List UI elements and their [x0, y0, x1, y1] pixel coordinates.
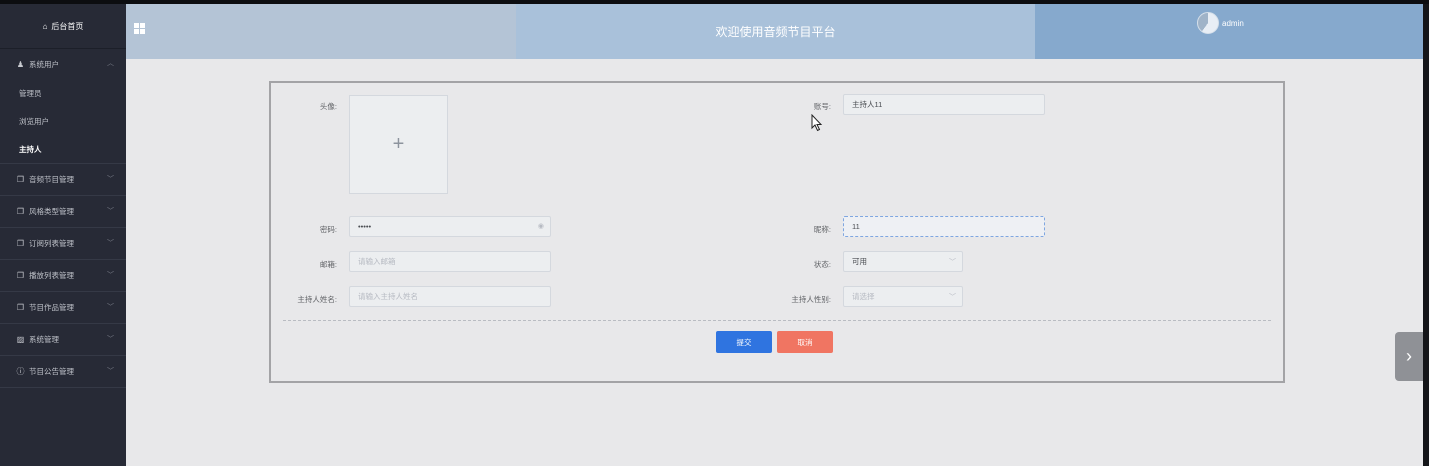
sidebar-item-viewer-users[interactable]: 浏览用户	[0, 107, 126, 135]
nickname-field[interactable]: 11	[843, 216, 1045, 237]
chevron-down-icon: ﹀	[107, 208, 114, 215]
chevron-down-icon: ﹀	[107, 368, 114, 375]
sidebar-item-label: 音频节目管理	[29, 175, 74, 184]
chevron-down-icon: ﹀	[107, 336, 114, 343]
chevron-down-icon: ﹀	[107, 304, 114, 311]
chevron-down-icon: ﹀	[107, 272, 114, 279]
host-gender-label: 主持人性别:	[791, 295, 831, 304]
sidebar-group-label: 系统用户	[29, 59, 59, 69]
sidebar-item-system-management[interactable]: ▨ 系统管理 ﹀	[0, 323, 126, 355]
host-name-field[interactable]: 请输入主持人姓名	[349, 286, 551, 307]
doc-icon: ❐	[16, 207, 25, 216]
sidebar-item-program-works[interactable]: ❐ 节目作品管理 ﹀	[0, 291, 126, 323]
sidebar-item-audio-programs[interactable]: ❐ 音频节目管理 ﹀	[0, 163, 126, 195]
sidebar-item-playlists[interactable]: ❐ 播放列表管理 ﹀	[0, 259, 126, 291]
header-user-area[interactable]: admin	[1035, 4, 1423, 59]
avatar-label: 头像:	[319, 102, 337, 111]
password-label: 密码:	[319, 225, 337, 234]
sidebar-item-host[interactable]: 主持人	[0, 135, 126, 163]
account-label: 账号:	[813, 102, 831, 111]
sidebar-item-admin[interactable]: 管理员	[0, 79, 126, 107]
doc-icon: ❐	[16, 175, 25, 184]
cancel-button[interactable]: 取消	[777, 331, 833, 353]
email-label: 邮箱:	[319, 260, 337, 269]
sidebar-group-system-users[interactable]: ♟ 系统用户 ︿	[0, 49, 126, 79]
sidebar: ⌂ 后台首页 ♟ 系统用户 ︿ 管理员 浏览用户 主持人 ❐ 音频节目管理 ﹀ …	[0, 4, 126, 466]
mouse-cursor-icon	[811, 114, 823, 132]
next-page-button[interactable]: ›	[1395, 332, 1423, 381]
eye-icon[interactable]: ◉	[538, 222, 544, 230]
chevron-down-icon: ﹀	[107, 240, 114, 247]
sidebar-home-link[interactable]: ⌂ 后台首页	[0, 4, 126, 49]
sidebar-item-label: 风格类型管理	[29, 207, 74, 216]
sidebar-item-label: 播放列表管理	[29, 271, 74, 280]
chevron-up-icon: ︿	[107, 60, 114, 67]
window-right-edge	[1423, 4, 1429, 466]
main-content: 头像: + 账号: 主持人11 密码: ••••• ◉ 昵称: 11 邮箱: 请…	[126, 59, 1423, 466]
sidebar-item-label: 节目公告管理	[29, 367, 74, 376]
sidebar-item-label: 订阅列表管理	[29, 239, 74, 248]
chevron-right-icon: ›	[1406, 346, 1412, 366]
nickname-label: 昵称:	[813, 225, 831, 234]
sidebar-item-subscriptions[interactable]: ❐ 订阅列表管理 ﹀	[0, 227, 126, 259]
chevron-down-icon: ﹀	[949, 294, 956, 301]
gender-placeholder: 请选择	[852, 292, 875, 301]
menu-grid-icon[interactable]	[134, 23, 145, 34]
plus-icon: +	[392, 133, 405, 155]
chevron-down-icon: ﹀	[949, 259, 956, 266]
doc-icon: ❐	[16, 303, 25, 312]
user-icon: ♟	[16, 59, 25, 69]
status-label: 状态:	[813, 260, 831, 269]
sidebar-home-label: 后台首页	[51, 21, 84, 31]
email-field[interactable]: 请输入邮箱	[349, 251, 551, 272]
sidebar-item-label: 节目作品管理	[29, 303, 74, 312]
status-select[interactable]: 可用 ﹀	[843, 251, 963, 272]
picture-icon: ▨	[16, 335, 25, 344]
form-divider	[283, 320, 1271, 321]
doc-icon: ❐	[16, 239, 25, 248]
doc-icon: ❐	[16, 271, 25, 280]
host-gender-select[interactable]: 请选择 ﹀	[843, 286, 963, 307]
password-field[interactable]: ••••• ◉	[349, 216, 551, 237]
host-name-label: 主持人姓名:	[297, 295, 337, 304]
home-icon: ⌂	[42, 21, 48, 31]
sidebar-item-announcements[interactable]: ⓘ 节目公告管理 ﹀	[0, 355, 126, 388]
avatar[interactable]	[1197, 12, 1219, 34]
top-header: 欢迎使用音频节目平台 admin	[126, 4, 1423, 59]
sidebar-item-label: 系统管理	[29, 335, 59, 344]
host-edit-form: 头像: + 账号: 主持人11 密码: ••••• ◉ 昵称: 11 邮箱: 请…	[269, 81, 1285, 383]
status-value: 可用	[852, 257, 867, 266]
password-value: •••••	[358, 222, 372, 231]
sidebar-item-style-types[interactable]: ❐ 风格类型管理 ﹀	[0, 195, 126, 227]
header-left	[126, 4, 516, 59]
avatar-upload[interactable]: +	[349, 95, 448, 194]
info-icon: ⓘ	[16, 367, 25, 376]
page-title: 欢迎使用音频节目平台	[516, 4, 1035, 59]
username[interactable]: admin	[1222, 19, 1244, 28]
submit-button[interactable]: 提交	[716, 331, 772, 353]
account-field[interactable]: 主持人11	[843, 94, 1045, 115]
chevron-down-icon: ﹀	[107, 176, 114, 183]
